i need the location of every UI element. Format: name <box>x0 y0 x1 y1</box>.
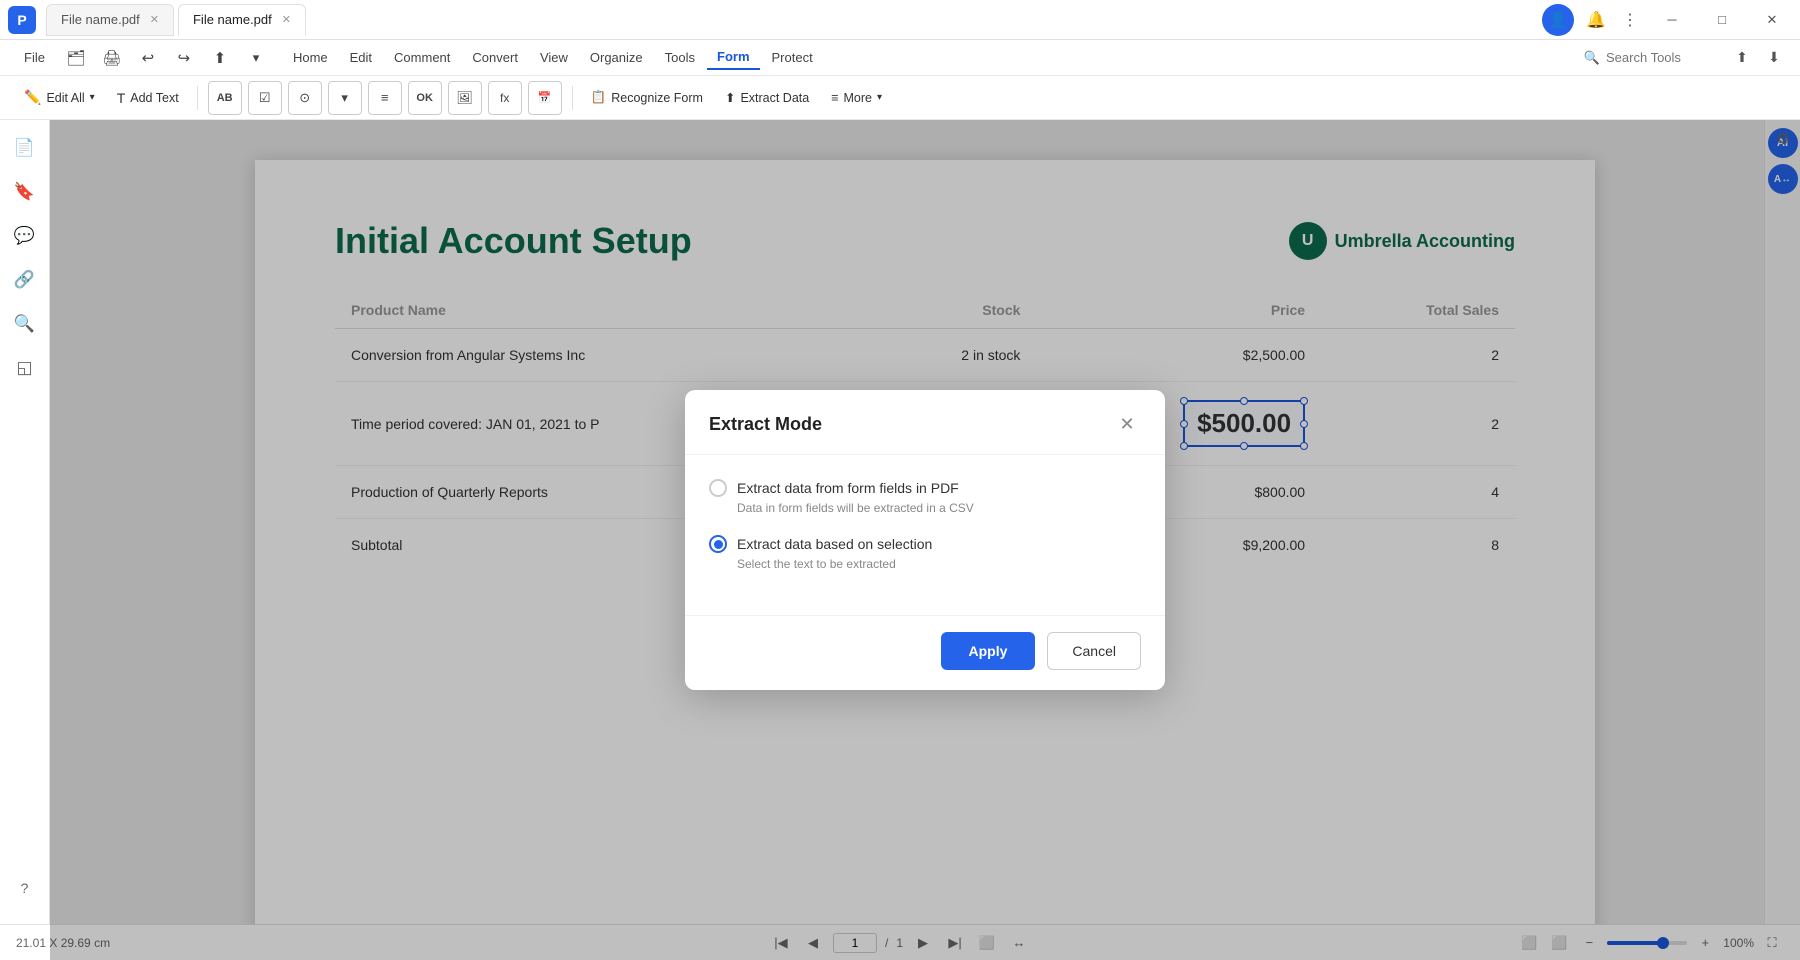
extract-mode-modal: Extract Mode ✕ Extract data from form fi… <box>685 390 1165 690</box>
modal-footer: Apply Cancel <box>685 615 1165 690</box>
left-sidebar: 📄 🔖 💬 🔗 🔍 ◱ ? ◀ <box>0 120 50 960</box>
search-tools-input[interactable] <box>1606 50 1726 65</box>
edit-all-label: Edit All <box>46 91 84 105</box>
more-icon: ≡ <box>831 91 838 105</box>
toolbar-divider-1 <box>197 86 198 110</box>
file-menu-label: File <box>24 50 45 65</box>
radio-icon[interactable]: ⊙ <box>288 81 322 115</box>
ok-icon[interactable]: OK <box>408 81 442 115</box>
add-text-label: Add Text <box>130 91 178 105</box>
recognize-form-label: Recognize Form <box>611 91 703 105</box>
more-options-icon[interactable]: ⋮ <box>1618 8 1642 32</box>
formula-icon[interactable]: fx <box>488 81 522 115</box>
menu-comment[interactable]: Comment <box>384 46 460 69</box>
sidebar-bookmark-icon[interactable]: 🔖 <box>7 174 43 210</box>
print-icon[interactable]: 🖨 <box>95 41 129 75</box>
tab-1[interactable]: File name.pdf ✕ <box>46 4 174 36</box>
radio-option-1: Extract data from form fields in PDF Dat… <box>709 479 1141 515</box>
sidebar-link-icon[interactable]: 🔗 <box>7 262 43 298</box>
app-icon: P <box>8 6 36 34</box>
tab-2[interactable]: File name.pdf ✕ <box>178 4 306 36</box>
menu-protect[interactable]: Protect <box>762 46 823 69</box>
sidebar-page-icon[interactable]: 📄 <box>7 130 43 166</box>
text-field-icon[interactable]: AB <box>208 81 242 115</box>
add-text-button[interactable]: T Add Text <box>109 86 187 110</box>
menu-edit[interactable]: Edit <box>340 46 382 69</box>
upload-icon[interactable]: ⬆ <box>1728 44 1756 72</box>
modal-body: Extract data from form fields in PDF Dat… <box>685 455 1165 615</box>
sidebar-comment-icon[interactable]: 💬 <box>7 218 43 254</box>
main-content: Initial Account Setup U Umbrella Account… <box>50 120 1800 960</box>
open-icon[interactable]: 🗂 <box>59 41 93 75</box>
menu-organize[interactable]: Organize <box>580 46 653 69</box>
tab-1-close[interactable]: ✕ <box>150 13 159 26</box>
cancel-button[interactable]: Cancel <box>1047 632 1141 670</box>
extract-data-icon: ⬆ <box>725 90 735 105</box>
recognize-form-icon: 📋 <box>591 90 607 105</box>
modal-overlay: Extract Mode ✕ Extract data from form fi… <box>50 120 1800 960</box>
close-button[interactable]: ✕ <box>1752 0 1792 40</box>
extract-data-label: Extract Data <box>740 91 809 105</box>
edit-all-button[interactable]: ✏️ Edit All ▾ <box>16 85 103 110</box>
radio-sublabel-1: Data in form fields will be extracted in… <box>737 501 1141 515</box>
radio-label-2: Extract data based on selection <box>737 536 932 552</box>
edit-all-dropdown-icon: ▾ <box>90 92 95 103</box>
menubar: File 🗂 🖨 ↩ ↪ ⬆ ▾ Home Edit Comment Conve… <box>0 40 1800 76</box>
dropdown-icon[interactable]: ▾ <box>239 41 273 75</box>
checkbox-icon[interactable]: ☑ <box>248 81 282 115</box>
menu-form[interactable]: Form <box>707 45 760 70</box>
extract-data-button[interactable]: ⬆ Extract Data <box>717 86 817 109</box>
more-dropdown-icon: ▾ <box>877 92 882 103</box>
apply-button[interactable]: Apply <box>941 632 1036 670</box>
add-text-icon: T <box>117 90 126 106</box>
radio-row-1[interactable]: Extract data from form fields in PDF <box>709 479 1141 497</box>
radio-circle-1[interactable] <box>709 479 727 497</box>
list-icon[interactable]: ≡ <box>368 81 402 115</box>
dropdown-field-icon[interactable]: ▾ <box>328 81 362 115</box>
radio-circle-2[interactable] <box>709 535 727 553</box>
more-button[interactable]: ≡ More ▾ <box>823 87 890 109</box>
user-avatar[interactable]: 👤 <box>1542 4 1574 36</box>
radio-row-2[interactable]: Extract data based on selection <box>709 535 1141 553</box>
menu-convert[interactable]: Convert <box>462 46 528 69</box>
radio-option-2: Extract data based on selection Select t… <box>709 535 1141 571</box>
search-tools-area: 🔍 <box>1584 50 1726 66</box>
toolbar-divider-2 <box>572 86 573 110</box>
more-label: More <box>844 91 872 105</box>
minimize-button[interactable]: ─ <box>1652 0 1692 40</box>
date-icon[interactable]: 📅 <box>528 81 562 115</box>
file-menu[interactable]: File <box>12 38 57 78</box>
sidebar-layers-icon[interactable]: ◱ <box>7 350 43 386</box>
image-icon[interactable]: 🖼 <box>448 81 482 115</box>
sidebar-help-icon[interactable]: ? <box>7 870 43 906</box>
edit-icon: ✏️ <box>24 89 41 106</box>
tab-2-label: File name.pdf <box>193 12 272 27</box>
radio-sublabel-2: Select the text to be extracted <box>737 557 1141 571</box>
modal-header: Extract Mode ✕ <box>685 390 1165 455</box>
maximize-button[interactable]: □ <box>1702 0 1742 40</box>
toolbar: ✏️ Edit All ▾ T Add Text AB ☑ ⊙ ▾ ≡ OK 🖼… <box>0 76 1800 120</box>
menu-tools[interactable]: Tools <box>655 46 705 69</box>
titlebar: P File name.pdf ✕ File name.pdf ✕ 👤 🔔 ⋮ … <box>0 0 1800 40</box>
tab-1-label: File name.pdf <box>61 12 140 27</box>
modal-title: Extract Mode <box>709 414 822 435</box>
sidebar-search-icon[interactable]: 🔍 <box>7 306 43 342</box>
main-layout: 📄 🔖 💬 🔗 🔍 ◱ ? ◀ Initial Account Setup U … <box>0 120 1800 960</box>
modal-close-button[interactable]: ✕ <box>1113 410 1141 438</box>
recognize-form-button[interactable]: 📋 Recognize Form <box>583 86 711 109</box>
menu-home[interactable]: Home <box>283 46 338 69</box>
search-icon: 🔍 <box>1584 50 1600 66</box>
tab-2-close[interactable]: ✕ <box>282 13 291 26</box>
share-icon[interactable]: ⬆ <box>203 41 237 75</box>
notification-icon[interactable]: 🔔 <box>1584 8 1608 32</box>
menu-view[interactable]: View <box>530 46 578 69</box>
download-icon[interactable]: ⬇ <box>1760 44 1788 72</box>
undo-icon[interactable]: ↩ <box>131 41 165 75</box>
radio-label-1: Extract data from form fields in PDF <box>737 480 959 496</box>
redo-icon[interactable]: ↪ <box>167 41 201 75</box>
